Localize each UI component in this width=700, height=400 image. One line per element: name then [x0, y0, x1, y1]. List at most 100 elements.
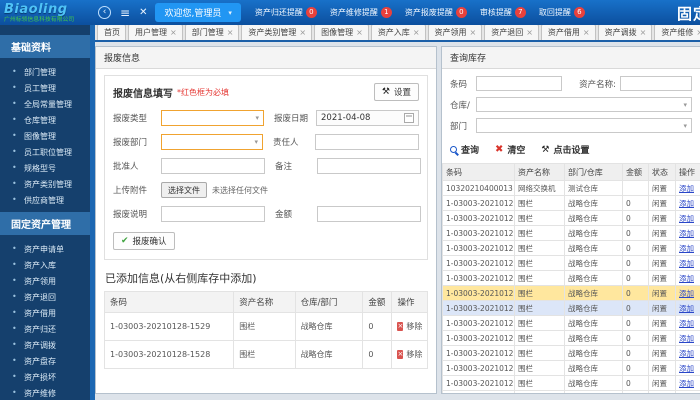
responsible-input[interactable] — [315, 134, 419, 150]
sidebar-item[interactable]: 资产盘存 — [0, 353, 90, 369]
tab[interactable]: 资产领用 × — [427, 25, 483, 40]
menu-icon[interactable]: ≡ — [120, 6, 130, 20]
tab[interactable]: 资产退回 × — [484, 25, 539, 40]
remove-link[interactable]: × 移除 — [397, 349, 422, 360]
tab-close-icon[interactable]: × — [299, 28, 306, 37]
column-header: 状态 — [648, 163, 676, 181]
user-menu-button[interactable]: 欢迎您,管理员 ▾ — [155, 3, 241, 22]
scrap-type-select[interactable]: ▾ — [161, 110, 264, 126]
remark-input[interactable] — [317, 158, 421, 174]
calendar-icon[interactable] — [404, 113, 414, 123]
add-link[interactable]: 添加 — [679, 349, 694, 358]
add-link[interactable]: 添加 — [679, 319, 694, 328]
approver-input[interactable] — [161, 158, 265, 174]
notification-item[interactable]: 资产报废提醒 0 — [405, 7, 467, 18]
asset-name-input[interactable] — [620, 76, 692, 91]
tab[interactable]: 首页 — [97, 25, 126, 40]
table-cell: 1-03003-2021012 — [442, 240, 515, 256]
add-link[interactable]: 添加 — [679, 184, 694, 193]
tab[interactable]: 资产调拨 × — [597, 25, 653, 40]
amount-input[interactable] — [317, 206, 421, 222]
file-hint: 未选择任何文件 — [212, 185, 268, 195]
choose-file-button[interactable]: 选择文件 — [161, 182, 207, 198]
add-link[interactable]: 添加 — [679, 364, 694, 373]
remove-icon: × — [397, 322, 404, 331]
scrap-info-panel: 报废信息 报废信息填写 *红色框为必填 ⚒ 设置 报废类型 ▾ 报废日期 202… — [95, 46, 437, 394]
settings-button[interactable]: ⚒ 设置 — [373, 83, 419, 101]
explain-input[interactable] — [161, 206, 265, 222]
add-link[interactable]: 添加 — [679, 244, 694, 253]
sidebar-item[interactable]: 部门管理 — [0, 64, 90, 80]
tab[interactable]: 资产入库 × — [370, 25, 426, 40]
sidebar-item[interactable]: 员工管理 — [0, 80, 90, 96]
notification-item[interactable]: 取回提醒 6 — [539, 7, 585, 18]
tab[interactable]: 用户管理 × — [128, 25, 183, 40]
tab-close-icon[interactable]: × — [696, 28, 700, 37]
sidebar-item[interactable]: 规格型号 — [0, 160, 90, 176]
sidebar-item[interactable]: 资产类别管理 — [0, 176, 90, 192]
click-settings-button[interactable]: ⚒ 点击设置 — [541, 143, 589, 157]
notification-item[interactable]: 资产归还提醒 0 — [255, 7, 317, 18]
sidebar-item[interactable]: 图像管理 — [0, 128, 90, 144]
sidebar-item[interactable]: 资产借用 — [0, 305, 90, 321]
notification-item[interactable]: 资产维修提醒 1 — [330, 7, 392, 18]
tab-close-icon[interactable]: × — [413, 28, 420, 37]
tab-close-icon[interactable]: × — [170, 28, 177, 37]
dept-select[interactable]: ▾ — [476, 118, 692, 133]
tab[interactable]: 图像管理 × — [314, 25, 369, 40]
remove-link[interactable]: × 移除 — [397, 321, 422, 332]
sidebar-item[interactable]: 全局常量管理 — [0, 96, 90, 112]
tab[interactable]: 资产借用 × — [540, 25, 596, 40]
sidebar-item[interactable]: 资产退回 — [0, 289, 90, 305]
query-button[interactable]: 查询 — [450, 143, 479, 156]
close-icon[interactable]: ✕ — [139, 7, 147, 18]
sidebar-item[interactable]: 资产入库 — [0, 257, 90, 273]
notification-item[interactable]: 审核提醒 7 — [480, 7, 526, 18]
sidebar-item[interactable]: 资产调拨 — [0, 337, 90, 353]
sidebar-item[interactable]: 资产归还 — [0, 321, 90, 337]
tab-close-icon[interactable]: × — [640, 28, 647, 37]
tab-close-icon[interactable]: × — [470, 28, 477, 37]
add-link[interactable]: 添加 — [679, 214, 694, 223]
app-window: Biaoling 广州标领信息科技有限公司 ‹ ≡ ✕ 欢迎您,管理员 ▾ 资产… — [0, 0, 700, 400]
scrap-confirm-button[interactable]: ✔ 报废确认 — [113, 232, 175, 250]
add-link[interactable]: 添加 — [679, 274, 694, 283]
sidebar-item[interactable]: 资产损坏 — [0, 369, 90, 385]
table-cell: 1-03003-2021012 — [442, 270, 515, 286]
tab[interactable]: 部门管理 × — [184, 25, 240, 40]
sidebar-item[interactable]: 资产维修 — [0, 385, 90, 400]
add-link[interactable]: 添加 — [679, 379, 694, 388]
add-link[interactable]: 添加 — [679, 229, 694, 238]
collapse-sidebar-icon[interactable]: ‹ — [98, 6, 111, 19]
tab[interactable]: 资产类别管理 × — [241, 25, 313, 40]
barcode-input[interactable] — [476, 76, 562, 91]
scrap-date-input[interactable]: 2021-04-08 — [316, 110, 419, 126]
tab-label: 资产领用 — [434, 28, 467, 37]
table-cell: 围栏 — [514, 390, 565, 393]
tab-close-icon[interactable]: × — [356, 28, 363, 37]
column-header: 金额 — [622, 163, 649, 181]
warehouse-select[interactable]: ▾ — [476, 97, 692, 112]
sidebar-item[interactable]: 供应商管理 — [0, 192, 90, 208]
tab-close-icon[interactable]: × — [526, 28, 533, 37]
tab-close-icon[interactable]: × — [583, 28, 590, 37]
scrap-dept-select[interactable]: ▾ — [161, 134, 263, 150]
add-link[interactable]: 添加 — [679, 259, 694, 268]
table-cell: × 移除 — [391, 312, 428, 341]
sidebar-item[interactable]: 资产申请单 — [0, 241, 90, 257]
settings-icon: ⚒ — [541, 144, 550, 155]
sidebar-item[interactable]: 资产领用 — [0, 273, 90, 289]
sidebar-item[interactable]: 员工职位管理 — [0, 144, 90, 160]
table-cell: 战略仓库 — [564, 345, 623, 361]
tab[interactable]: 资产维修× — [654, 25, 700, 40]
add-link[interactable]: 添加 — [679, 304, 694, 313]
form-title: 报废信息填写 — [113, 88, 173, 100]
add-link[interactable]: 添加 — [679, 199, 694, 208]
add-link[interactable]: 添加 — [679, 334, 694, 343]
table-cell: 战略仓库 — [564, 210, 623, 226]
add-link[interactable]: 添加 — [679, 289, 694, 298]
table-cell: 围栏 — [233, 340, 296, 369]
clear-button[interactable]: ✖ 清空 — [495, 143, 525, 156]
tab-close-icon[interactable]: × — [227, 28, 234, 37]
sidebar-item[interactable]: 仓库管理 — [0, 112, 90, 128]
